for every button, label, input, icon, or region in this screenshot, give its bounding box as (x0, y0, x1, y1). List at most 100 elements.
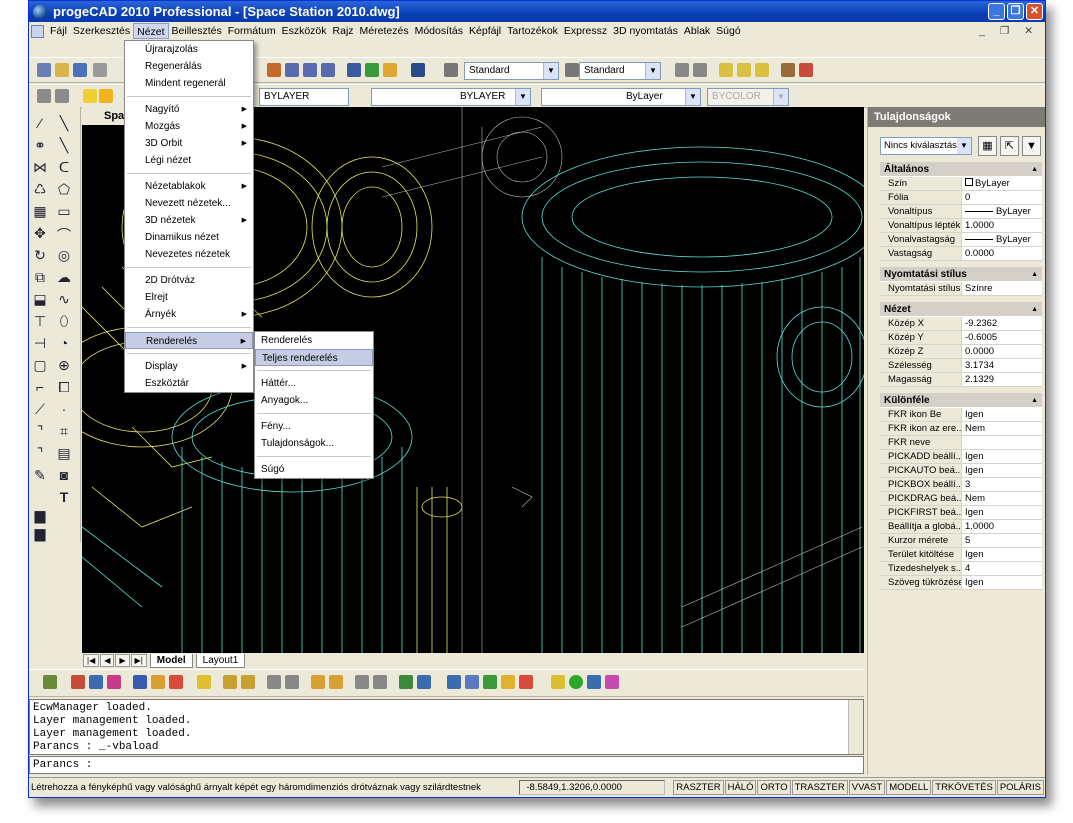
print-icon[interactable] (93, 63, 107, 77)
property-row[interactable]: PICKBOX beállí... 3 (880, 478, 1042, 492)
prev-tab-button[interactable]: ◀ (100, 654, 115, 667)
grid-icon[interactable] (693, 63, 707, 77)
menu-item-hide[interactable]: Elrejt (125, 289, 253, 306)
design-center-icon[interactable] (383, 63, 397, 77)
menu-tools[interactable]: Eszközök (279, 23, 330, 39)
lock-icon[interactable] (223, 675, 237, 689)
menu-express[interactable]: Expressz (561, 23, 610, 39)
line-icon[interactable]: ⁄ (31, 115, 49, 131)
xline-icon[interactable]: ╲ (55, 137, 73, 154)
offset-icon[interactable]: ♺ (31, 181, 49, 198)
property-value[interactable]: Igen (962, 506, 1042, 519)
menu-help[interactable]: Súgó (713, 23, 744, 39)
property-row[interactable]: Közép Y -0.6005 (880, 331, 1042, 345)
shade-icon[interactable] (587, 675, 601, 689)
property-value[interactable]: Igen (962, 408, 1042, 421)
chamfer-icon[interactable]: ⌐ (31, 379, 49, 395)
zoom-previous-icon[interactable] (321, 63, 335, 77)
layer-manager-icon[interactable] (37, 89, 51, 103)
menu-insert[interactable]: Beillesztés (169, 23, 225, 39)
dim-style-icon[interactable] (565, 63, 579, 77)
property-value[interactable]: 3 (962, 478, 1042, 491)
region-icon[interactable]: ▤ (55, 445, 73, 462)
text-icon[interactable]: T (55, 489, 73, 505)
property-value[interactable]: Igen (962, 576, 1042, 589)
menu-3d-print[interactable]: 3D nyomtatás (610, 23, 681, 39)
menu-dimension[interactable]: Méretezés (357, 23, 412, 39)
explode-block-icon[interactable] (89, 675, 103, 689)
mdi-controls[interactable]: _ ❐ ✕ (979, 25, 1039, 37)
erase-icon[interactable]: ✎ (31, 467, 49, 484)
toggle-osnap[interactable]: TRASZTER (791, 780, 848, 795)
property-value[interactable]: ByLayer (962, 177, 1042, 190)
mirror-icon[interactable]: ⋈ (31, 159, 49, 176)
tab-model[interactable]: Model (149, 653, 193, 668)
menu-item-regen[interactable]: Regenerálás (125, 58, 253, 75)
category-misc[interactable]: Különféle ▲ (880, 393, 1042, 408)
new-icon[interactable] (37, 63, 51, 77)
property-value[interactable]: -0.6005 (962, 331, 1042, 344)
properties-icon[interactable] (365, 63, 379, 77)
menu-item-render[interactable]: Renderelés ▶ (125, 332, 253, 349)
property-value[interactable]: 1.0000 (962, 219, 1042, 232)
property-row[interactable]: Szín ByLayer (880, 177, 1042, 191)
property-value[interactable]: Nem (962, 492, 1042, 505)
flag-icon[interactable] (519, 675, 533, 689)
render-settings-icon[interactable] (605, 675, 619, 689)
property-value[interactable]: 0.0000 (962, 345, 1042, 358)
attribute-icon[interactable] (71, 675, 85, 689)
all-icon[interactable] (311, 675, 325, 689)
all-layers-icon[interactable] (329, 675, 343, 689)
document-icon[interactable] (31, 24, 44, 38)
property-row[interactable]: Magasság 2.1329 (880, 373, 1042, 387)
menu-item-render-help[interactable]: Súgó (255, 461, 373, 478)
menu-item-3d-views[interactable]: 3D nézetek ▶ (125, 212, 253, 229)
image-clip-icon[interactable] (465, 675, 479, 689)
property-value[interactable]: Nem (962, 422, 1042, 435)
property-value[interactable]: 0 (962, 191, 1042, 204)
menu-item-full-render[interactable]: Teljes renderelés (255, 349, 373, 366)
tab-layout1[interactable]: Layout1 (195, 653, 246, 668)
property-row[interactable]: FKR neve (880, 436, 1042, 450)
folder-icon[interactable] (501, 675, 515, 689)
menu-item-redraw[interactable]: Újrarajzolás (125, 41, 253, 58)
menu-item-named-views[interactable]: Nevezett nézetek... (125, 195, 253, 212)
unlock-icon[interactable] (241, 675, 255, 689)
table-icon[interactable]: ◙ (55, 467, 73, 483)
menu-item-viewports[interactable]: Nézetablakok ▶ (125, 178, 253, 195)
edit-icon[interactable]: ⌝ (31, 445, 49, 462)
menu-item-render-properties[interactable]: Tulajdonságok... (255, 435, 373, 452)
menu-item-lights[interactable]: Fény... (255, 418, 373, 435)
unlock-layer-icon[interactable] (373, 675, 387, 689)
property-value[interactable]: Színre (962, 282, 1042, 295)
property-row[interactable]: Vastagság 0.0000 (880, 247, 1042, 261)
property-row[interactable]: Fólia 0 (880, 191, 1042, 205)
command-input[interactable]: Parancs : (29, 756, 864, 774)
text-style-icon[interactable] (444, 63, 458, 77)
selection-select[interactable]: Nincs kiválasztás ▼ (880, 137, 972, 155)
zoom-icon[interactable] (267, 63, 281, 77)
rotate-icon[interactable]: ↻ (31, 247, 49, 264)
menu-item-toolbars[interactable]: Eszköztár (125, 375, 253, 392)
spline-icon[interactable]: ∿ (55, 291, 73, 308)
fillet-icon[interactable]: ⟋ (31, 401, 49, 418)
menu-item-regen-all[interactable]: Mindent regenerál (125, 75, 253, 92)
menu-item-dynamic-view[interactable]: Dinamikus nézet (125, 229, 253, 246)
pan-icon[interactable] (347, 63, 361, 77)
viewport-icon[interactable] (133, 675, 147, 689)
first-tab-button[interactable]: |◀ (83, 654, 100, 667)
menu-item-standard-views[interactable]: Nevezetes nézetek (125, 246, 253, 263)
menu-item-2d-wireframe[interactable]: 2D Drótváz (125, 272, 253, 289)
light-icon[interactable] (169, 675, 183, 689)
arc-icon[interactable]: ⌒ (55, 225, 73, 245)
copy-icon[interactable]: ⚭ (31, 137, 49, 154)
toggle-otrack[interactable]: TRKÖVETÉS (932, 780, 996, 795)
property-row[interactable]: Szöveg tükrözése Igen (880, 576, 1042, 590)
toggle-grid[interactable]: HÁLÓ (724, 780, 757, 795)
menu-item-render-run[interactable]: Renderelés (255, 332, 373, 349)
property-row[interactable]: FKR ikon Be Igen (880, 408, 1042, 422)
menu-draw[interactable]: Rajz (330, 23, 357, 39)
image-icon[interactable] (447, 675, 461, 689)
move-ucs-icon[interactable] (267, 675, 281, 689)
lineweight-select[interactable]: ByLayer ▼ (541, 88, 701, 106)
